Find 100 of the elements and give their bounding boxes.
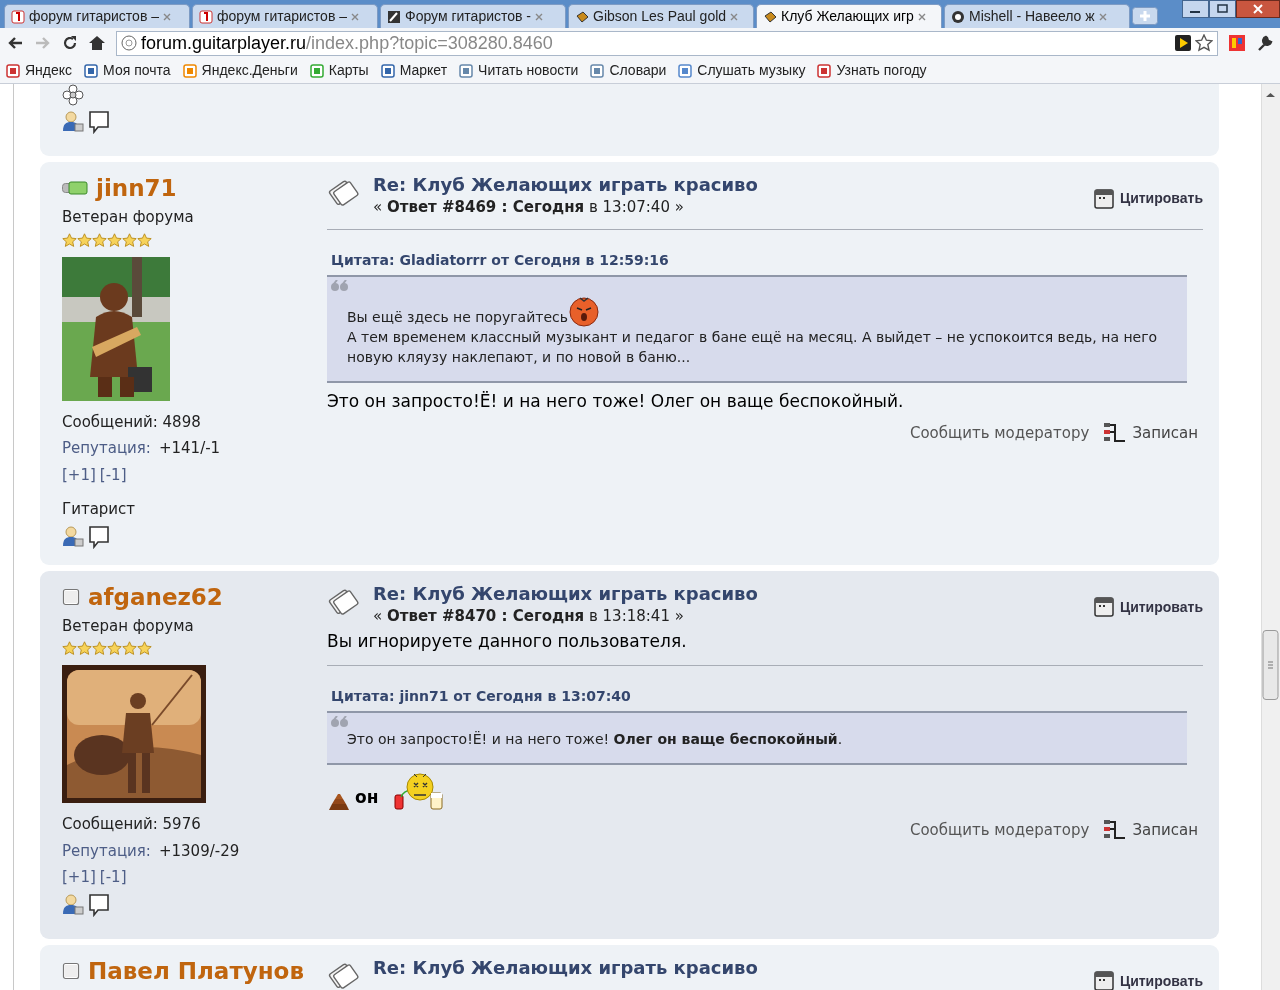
report-link[interactable]: Сообщить модератору xyxy=(909,818,1090,841)
quote-button[interactable]: Цитировать xyxy=(1093,970,1203,990)
wrench-icon[interactable] xyxy=(1256,34,1274,52)
reputation-link[interactable]: [+1] xyxy=(62,866,96,889)
guitar-icon xyxy=(387,9,401,24)
star-icon xyxy=(122,232,137,248)
yandex-icon xyxy=(199,9,213,24)
globe-icon xyxy=(121,35,137,51)
username[interactable]: jinn71 xyxy=(96,174,177,202)
bookmark-icon xyxy=(309,63,324,78)
bookmark-link[interactable]: Яндекс.Деньги xyxy=(182,60,298,81)
profile-icon[interactable] xyxy=(62,892,84,915)
star-icon xyxy=(77,232,92,248)
quote-header: Цитата: Gladiatorrr от Сегодня в 12:59:16 xyxy=(330,250,670,270)
reputation-label: Репутация: xyxy=(62,438,151,459)
bookmark-icon xyxy=(6,63,20,78)
bookmark-icon xyxy=(84,63,99,78)
bookmark-link[interactable]: Читать новости xyxy=(459,60,579,81)
bookmark-link[interactable]: Слушать музыку xyxy=(678,60,806,81)
avatar-icon xyxy=(951,9,965,24)
back-icon[interactable] xyxy=(6,35,24,51)
star-icon xyxy=(107,641,122,656)
home-icon[interactable] xyxy=(88,35,106,51)
member-title: Гитарист xyxy=(62,499,137,520)
star-icon xyxy=(92,641,107,656)
profile-icon[interactable] xyxy=(62,110,84,132)
browser-tab[interactable]: Форум гитаристов - xyxy=(380,4,566,28)
reputation-link[interactable]: [-1] xyxy=(99,463,127,486)
bookmark-icon xyxy=(380,63,395,78)
post-count: Сообщений: 5976 xyxy=(62,814,202,835)
member-rank: Ветеран форума xyxy=(62,207,195,228)
post-title[interactable]: Re: Клуб Желающих играть красиво xyxy=(373,174,758,196)
message-icon[interactable] xyxy=(88,110,110,134)
browser-tab[interactable]: Gibson Les Paul gold xyxy=(568,4,754,28)
quote-text: Вы ещё здесь не поругайтесь xyxy=(347,308,568,325)
yandex-icon xyxy=(11,9,25,24)
report-link[interactable]: Сообщить модератору xyxy=(909,422,1090,445)
star-icon xyxy=(107,232,122,248)
bookmark-link[interactable]: Яндекс xyxy=(6,60,73,81)
bookmark-icon xyxy=(590,63,605,78)
star-icon xyxy=(137,641,152,656)
close-icon[interactable] xyxy=(1236,0,1280,18)
message-icon[interactable] xyxy=(88,524,110,549)
bookmark-star-icon[interactable] xyxy=(1195,34,1213,52)
post-meta: « Ответ #8469 : Сегодня в 13:07:40 » xyxy=(373,197,685,218)
username[interactable]: Павел Платунов xyxy=(88,956,304,985)
post-text: Это он запросто!Ё! и на него тоже! Олег он ваще беспокойный. xyxy=(327,390,904,411)
quote-icon xyxy=(1093,188,1114,209)
ignored-notice: Вы игнорируете данного пользователя. xyxy=(327,630,688,653)
browser-tab[interactable]: Mishell - Навеело ж xyxy=(944,4,1130,28)
reputation-label: Репутация: xyxy=(62,840,151,862)
star-icon xyxy=(62,641,77,656)
maximize-icon[interactable] xyxy=(1209,0,1236,18)
message-icon[interactable] xyxy=(88,892,110,917)
address-bar[interactable]: forum.guitarplayer.ru/index.php?topic=308280.8460 xyxy=(116,30,1218,56)
post-title[interactable]: Re: Клуб Желающих играть красиво xyxy=(373,582,758,605)
quote-icon xyxy=(1093,597,1114,617)
bookmark-link[interactable]: Моя почта xyxy=(84,60,171,81)
reputation-link[interactable]: [-1] xyxy=(99,866,127,889)
star-icon xyxy=(62,232,77,248)
play-icon[interactable] xyxy=(1175,35,1191,51)
quote-button[interactable]: Цитировать xyxy=(1093,596,1203,618)
browser-tab[interactable]: Клуб Желающих игр xyxy=(756,4,942,28)
guitar-pick-icon xyxy=(763,9,777,24)
quote-text: Это он запросто!Ё! и на него тоже! Олег он ваще беспокойный. xyxy=(347,730,843,747)
network-icon xyxy=(1103,818,1128,841)
browser-tab[interactable]: форум гитаристов – xyxy=(192,4,378,28)
post-count: Сообщений: 4898 xyxy=(62,411,202,433)
guitar-pick-icon xyxy=(575,9,589,24)
bookmark-link[interactable]: Словари xyxy=(590,60,667,81)
star-icon xyxy=(92,232,107,248)
scrollbar-thumb[interactable] xyxy=(1262,630,1279,700)
member-rank: Ветеран форума xyxy=(62,615,195,637)
logged-status: Записан xyxy=(1103,422,1198,445)
extension-icon[interactable] xyxy=(1228,34,1246,52)
bookmark-link[interactable]: Маркет xyxy=(380,60,448,81)
quote-mark-icon xyxy=(331,715,349,728)
network-icon xyxy=(1103,422,1128,445)
star-icon xyxy=(122,641,137,656)
emoticon-icon xyxy=(392,770,445,811)
reload-icon[interactable] xyxy=(62,35,78,51)
reputation-value: +1309/-29 xyxy=(158,840,240,862)
new-tab-icon[interactable] xyxy=(1132,7,1158,25)
browser-tab[interactable]: форум гитаристов – xyxy=(4,4,190,28)
star-icon xyxy=(137,232,152,248)
logged-status: Записан xyxy=(1103,818,1198,841)
star-icon xyxy=(77,641,92,656)
post-title[interactable]: Re: Клуб Желающих играть красиво xyxy=(373,956,758,979)
bookmark-link[interactable]: Узнать погоду xyxy=(817,60,927,81)
quote-text: А тем временем классный музыкант и педагог в бане ещё на месяц. А выйдет – не успокоится ведь, на него новую кляузу наклепают, и по новой в баню... xyxy=(347,328,1158,365)
bookmark-link[interactable]: Карты xyxy=(309,60,369,81)
reputation-value: +141/-1 xyxy=(158,438,221,459)
bookmark-icon xyxy=(817,63,832,78)
reputation-link[interactable]: [+1] xyxy=(62,463,96,486)
bookmark-icon xyxy=(182,63,197,78)
body-text: он xyxy=(355,787,379,807)
quote-button[interactable]: Цитировать xyxy=(1093,188,1203,209)
profile-icon[interactable] xyxy=(62,524,84,547)
quote-header: Цитата: jinn71 от Сегодня в 13:07:40 xyxy=(330,686,632,706)
minimize-icon[interactable] xyxy=(1182,0,1209,18)
